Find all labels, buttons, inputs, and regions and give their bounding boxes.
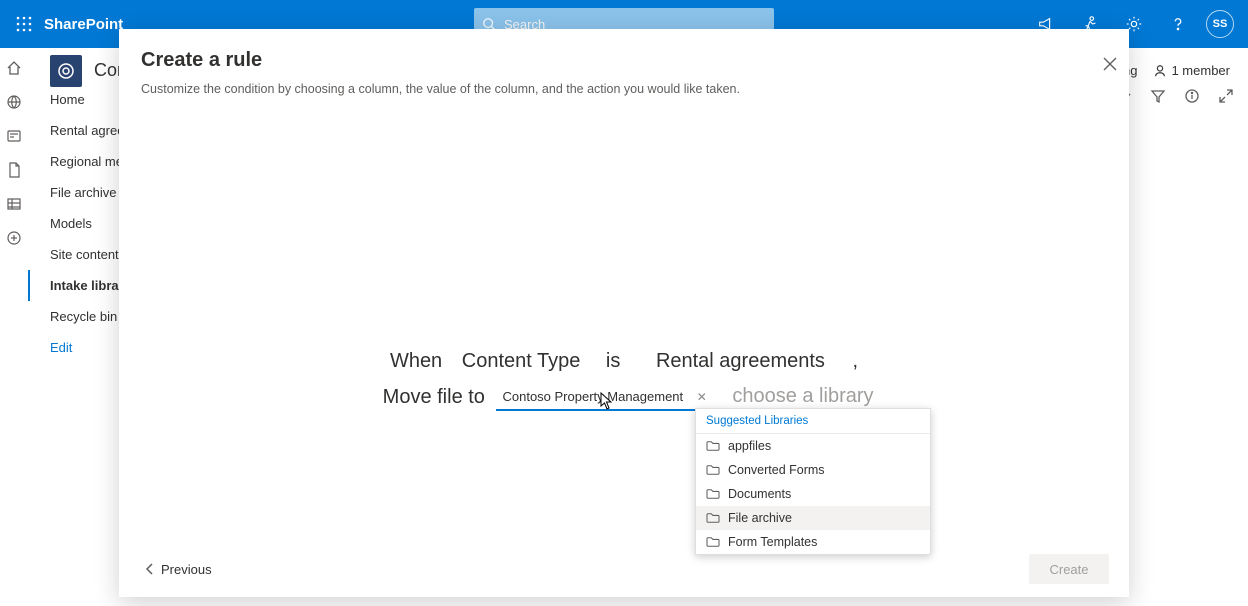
avatar-initials: SS: [1213, 18, 1228, 30]
dropdown-header: Suggested Libraries: [696, 409, 930, 434]
comma: ,: [852, 350, 858, 372]
chevron-left-icon: [145, 563, 155, 575]
site-chip-label: Contoso Property Management: [498, 389, 687, 404]
folder-icon: [706, 536, 720, 548]
folder-icon: [706, 512, 720, 524]
create-rule-dialog: Create a rule Customize the condition by…: [119, 29, 1129, 597]
nav-recycle-bin[interactable]: Recycle bin: [28, 301, 133, 332]
dropdown-item-appfiles[interactable]: appfiles: [696, 434, 930, 458]
when-keyword: When: [390, 350, 442, 372]
nav-file-archive[interactable]: File archive: [28, 177, 133, 208]
nav-regional-meeting[interactable]: Regional meeting: [28, 146, 133, 177]
avatar[interactable]: SS: [1206, 10, 1234, 38]
nav-models[interactable]: Models: [28, 208, 133, 239]
waffle-icon[interactable]: [0, 0, 48, 48]
dialog-subtitle: Customize the condition by choosing a co…: [141, 82, 1101, 96]
dropdown-item-documents[interactable]: Documents: [696, 482, 930, 506]
dropdown-item-file-archive[interactable]: File archive: [696, 506, 930, 530]
clear-site-icon[interactable]: ✕: [693, 390, 711, 404]
folder-icon: [706, 464, 720, 476]
info-icon[interactable]: [1184, 88, 1200, 104]
nav-edit-link[interactable]: Edit: [28, 332, 133, 363]
dropdown-item-form-templates[interactable]: Form Templates: [696, 530, 930, 554]
site-chip[interactable]: Contoso Property Management ✕: [496, 384, 712, 411]
expand-icon[interactable]: [1218, 88, 1234, 104]
dropdown-item-converted-forms[interactable]: Converted Forms: [696, 458, 930, 482]
nav-rental-agreement[interactable]: Rental agreement: [28, 115, 133, 146]
library-toolbar: [1120, 88, 1234, 104]
library-picker[interactable]: choose a library: [730, 385, 865, 410]
home-icon[interactable]: [4, 58, 24, 78]
site-left-nav: Home Rental agreement Regional meeting F…: [28, 80, 133, 363]
news-icon[interactable]: [4, 126, 24, 146]
globe-icon[interactable]: [4, 92, 24, 112]
list-icon[interactable]: [4, 194, 24, 214]
left-rail: [0, 48, 28, 606]
nav-intake-library[interactable]: Intake library: [28, 270, 133, 301]
dialog-footer: Previous Create: [119, 541, 1129, 597]
column-picker[interactable]: Content Type: [454, 350, 589, 373]
brand-name[interactable]: SharePoint: [44, 16, 123, 33]
nav-site-content[interactable]: Site content: [28, 239, 133, 270]
rule-builder: When Content Type is Rental agreements ,…: [119, 102, 1129, 541]
previous-button[interactable]: Previous: [145, 562, 212, 577]
filter-icon[interactable]: [1150, 88, 1166, 104]
person-icon: [1153, 64, 1167, 78]
action-keyword: Move file to: [383, 386, 485, 408]
folder-icon: [706, 440, 720, 452]
folder-icon: [706, 488, 720, 500]
value-picker[interactable]: Rental agreements: [648, 350, 833, 373]
nav-home[interactable]: Home: [28, 84, 133, 115]
library-placeholder: choose a library: [730, 385, 875, 407]
library-suggestions-dropdown: Suggested Libraries appfiles Converted F…: [695, 408, 931, 555]
document-icon[interactable]: [4, 160, 24, 180]
close-icon[interactable]: [1103, 57, 1117, 74]
is-keyword: is: [606, 350, 620, 372]
plus-circle-icon[interactable]: [4, 228, 24, 248]
dialog-title: Create a rule: [141, 49, 1101, 72]
members-count[interactable]: 1 member: [1153, 63, 1230, 78]
create-button[interactable]: Create: [1029, 554, 1109, 584]
help-icon[interactable]: [1162, 8, 1194, 40]
